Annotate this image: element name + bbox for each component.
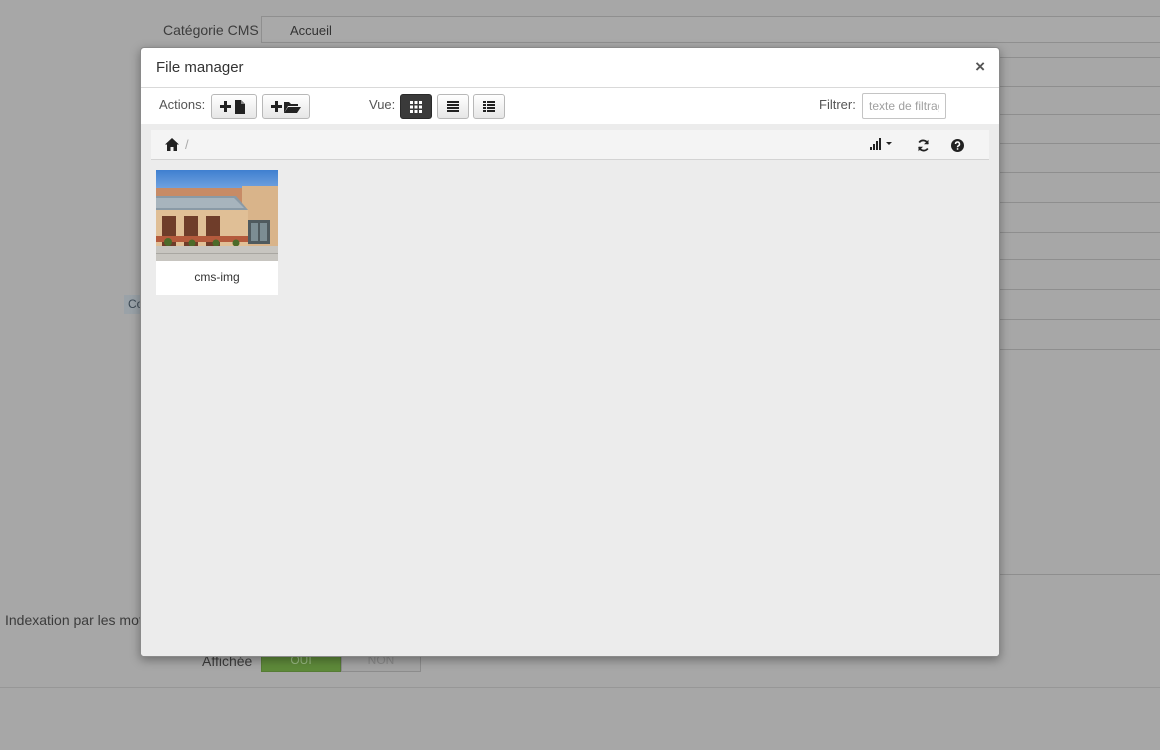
form-divider [1000, 289, 1160, 290]
filter-label: Filtrer: [819, 97, 856, 112]
detail-view-button[interactable] [473, 94, 505, 119]
toolbar: Actions: Vue: Filtrer: texte de filtrage [141, 88, 999, 125]
footer-divider [0, 687, 1160, 688]
grid-view-button[interactable] [400, 94, 432, 119]
filter-input[interactable] [862, 93, 946, 119]
detail-list-icon [483, 101, 495, 112]
plus-folder-icon [271, 100, 301, 113]
form-divider [1000, 574, 1160, 575]
sort-signal-icon[interactable] [870, 138, 894, 150]
file-thumbnail [156, 170, 278, 261]
home-icon[interactable] [165, 138, 179, 151]
form-divider [1000, 86, 1160, 87]
category-select[interactable]: Accueil [261, 16, 1160, 43]
background-tab: Co [124, 295, 140, 314]
modal-title: File manager [156, 59, 244, 76]
close-button[interactable]: × [975, 57, 985, 77]
file-manager-modal: File manager × Actions: Vue: Filtrer: te… [140, 47, 1000, 657]
new-folder-button[interactable] [262, 94, 310, 119]
form-divider [1000, 259, 1160, 260]
form-divider [1000, 319, 1160, 320]
form-divider [1000, 57, 1160, 58]
form-divider [1000, 143, 1160, 144]
breadcrumb-separator: / [185, 137, 189, 152]
file-name: cms-img [194, 270, 240, 284]
form-divider [1000, 114, 1160, 115]
file-item[interactable]: cms-img [156, 170, 278, 295]
category-value: Accueil [290, 23, 332, 38]
form-divider [1000, 349, 1160, 350]
refresh-icon[interactable] [917, 139, 930, 152]
grid-icon [410, 100, 422, 113]
seo-label: Indexation par les mot [5, 612, 143, 628]
help-icon[interactable] [951, 139, 964, 152]
modal-header: File manager × [141, 48, 999, 88]
file-browser: / cms-img [141, 124, 999, 656]
view-label: Vue: [369, 97, 396, 112]
form-divider [1000, 202, 1160, 203]
list-view-button[interactable] [437, 94, 469, 119]
form-divider [1000, 232, 1160, 233]
category-label: Catégorie CMS [163, 22, 259, 38]
list-icon [447, 101, 459, 112]
plus-file-icon [220, 99, 245, 114]
breadcrumb: / [151, 130, 989, 160]
form-divider [1000, 172, 1160, 173]
actions-label: Actions: [159, 97, 206, 112]
upload-file-button[interactable] [211, 94, 257, 119]
